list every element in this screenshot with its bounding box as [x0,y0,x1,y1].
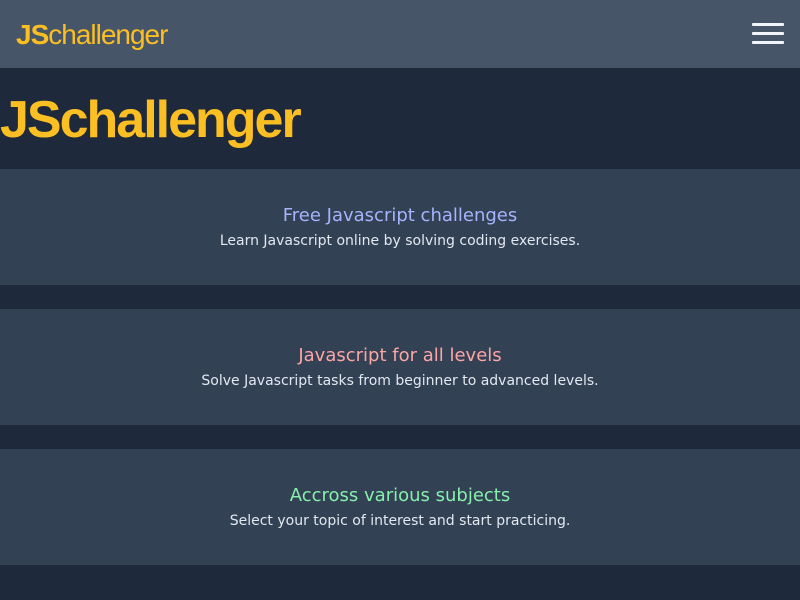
hamburger-menu-icon[interactable] [748,20,786,48]
feature-description: Solve Javascript tasks from beginner to … [201,373,599,389]
top-navbar: JSchallenger [0,0,800,68]
feature-title: Javascript for all levels [298,345,502,366]
brand-rest: challenger [48,19,168,50]
menu-bar-top [752,23,784,26]
hero-logo-rest: challenger [59,91,302,149]
feature-card-free-challenges: Free Javascript challenges Learn Javascr… [0,169,800,285]
feature-title: Accross various subjects [289,485,511,506]
hero-logo: JSchallenger [0,88,302,152]
brand-logo-link[interactable]: JSchallenger [16,16,168,54]
brand-js: JS [16,19,49,50]
menu-bar-bottom [752,41,784,44]
feature-description: Learn Javascript online by solving codin… [219,233,581,249]
feature-card-various-subjects: Accross various subjects Select your top… [0,449,800,565]
feature-card-all-levels: Javascript for all levels Solve Javascri… [0,309,800,425]
feature-description: Select your topic of interest and start … [229,513,571,529]
feature-title: Free Javascript challenges [282,205,518,226]
menu-bar-middle [752,32,784,35]
hero-logo-js: JS [0,91,62,149]
